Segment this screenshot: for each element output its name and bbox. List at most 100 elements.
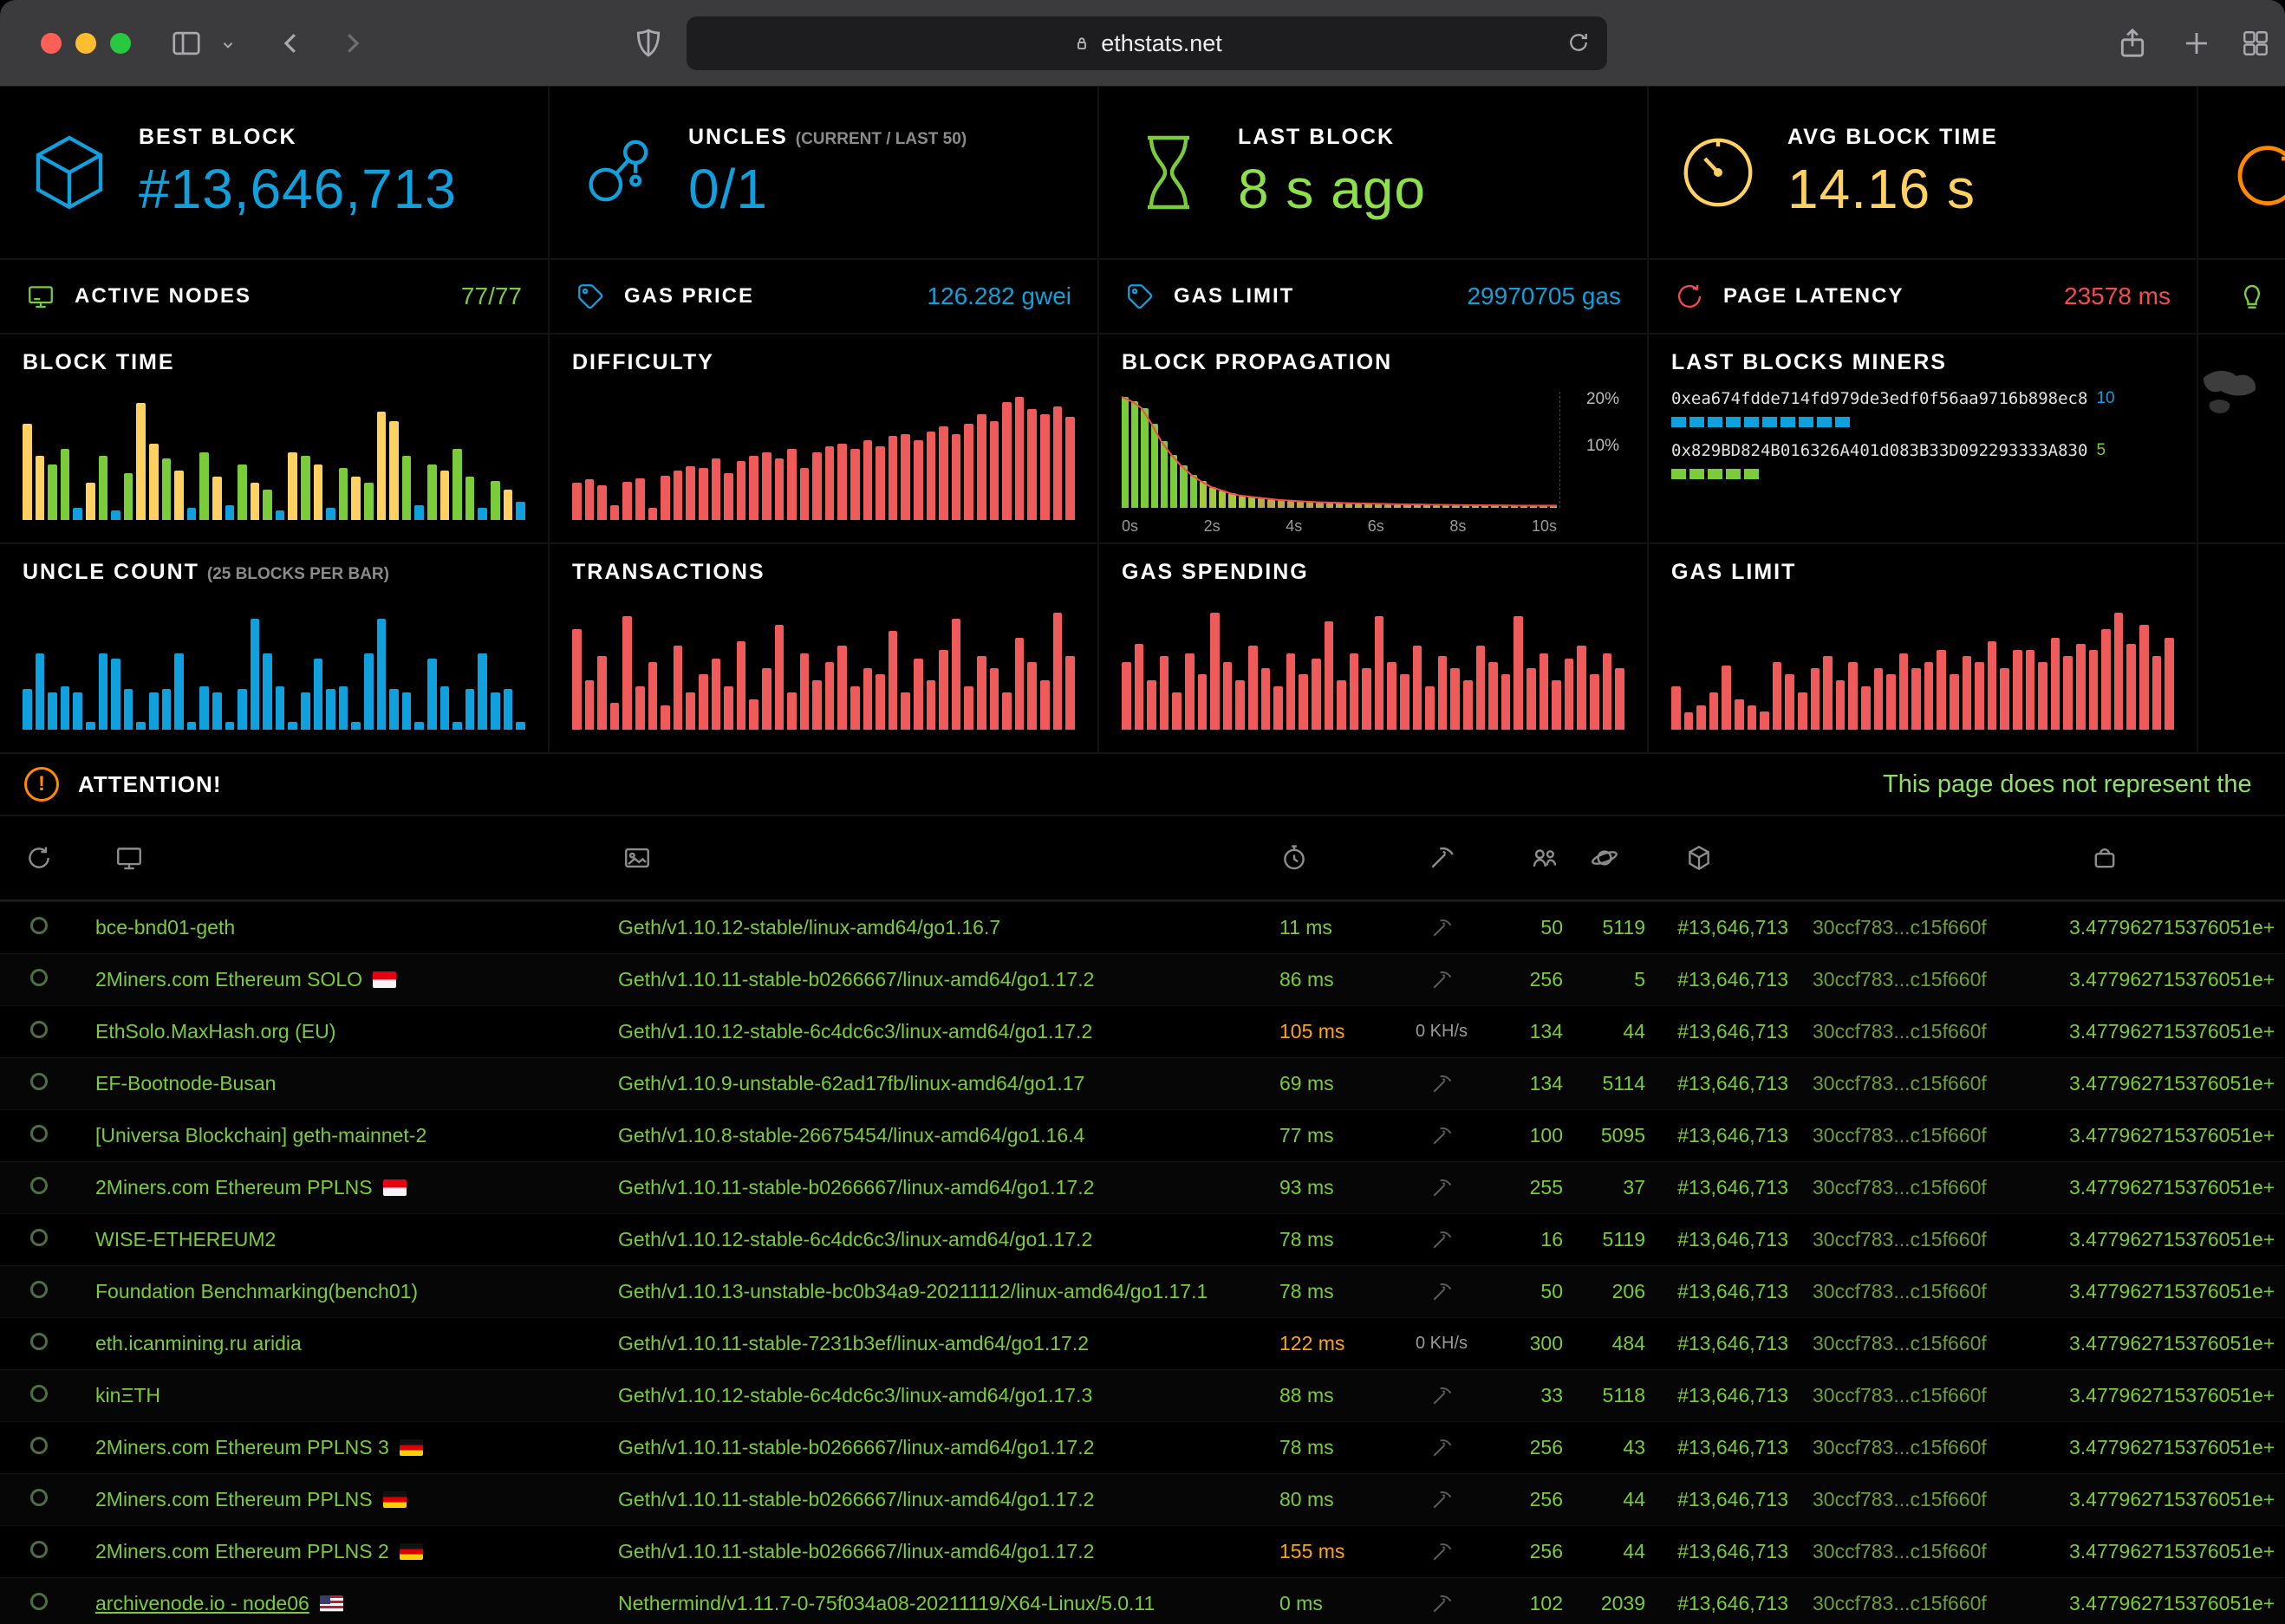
minimize-button[interactable]	[75, 33, 96, 54]
miner-entry[interactable]: 0x829BD824B016326A401d083B33D092293333A8…	[1671, 441, 2174, 479]
table-row[interactable]: 2Miners.com Ethereum PPLNS Geth/v1.10.11…	[0, 1473, 2285, 1525]
node-last-block[interactable]: #13,646,713	[1645, 1384, 1788, 1407]
chart-bar	[914, 659, 923, 730]
difficulty-icon[interactable]	[2090, 843, 2119, 873]
table-row[interactable]: [Universa Blockchain] geth-mainnet-2 Get…	[0, 1109, 2285, 1161]
chart-bar	[749, 456, 758, 520]
chart-bar	[737, 461, 746, 520]
node-name[interactable]: eth.icanmining.ru aridia	[95, 1332, 302, 1355]
node-peers: 256	[1494, 1436, 1563, 1459]
mining-icon[interactable]	[1427, 843, 1456, 873]
chart-bar	[36, 456, 45, 520]
zoom-button[interactable]	[110, 33, 131, 54]
node-last-block[interactable]: #13,646,713	[1645, 916, 1788, 939]
chart-bar	[2026, 650, 2035, 730]
gas-limit-stat: GAS LIMIT 29970705 gas	[1099, 260, 1647, 333]
miner-block-square	[1726, 469, 1741, 479]
table-row[interactable]: 2Miners.com Ethereum SOLO Geth/v1.10.11-…	[0, 953, 2285, 1005]
reload-icon[interactable]	[1566, 29, 1592, 55]
node-name[interactable]: [Universa Blockchain] geth-mainnet-2	[95, 1124, 426, 1147]
chart-bar	[326, 689, 335, 730]
node-type-icon[interactable]	[622, 843, 652, 873]
last-block-icon[interactable]	[1684, 843, 1714, 873]
node-name[interactable]: kinΞTH	[95, 1384, 160, 1407]
chart-title: DIFFICULTY	[572, 350, 1075, 375]
table-row[interactable]: 2Miners.com Ethereum PPLNS 3 Geth/v1.10.…	[0, 1421, 2285, 1473]
sidebar-toggle-icon[interactable]	[170, 27, 203, 60]
node-peers: 134	[1494, 1020, 1563, 1043]
table-row[interactable]: Foundation Benchmarking(bench01) Geth/v1…	[0, 1265, 2285, 1317]
forward-icon[interactable]	[336, 28, 368, 59]
node-name[interactable]: archivenode.io - node06	[95, 1592, 309, 1615]
node-name[interactable]: EthSolo.MaxHash.org (EU)	[95, 1020, 335, 1043]
table-row[interactable]: EthSolo.MaxHash.org (EU) Geth/v1.10.12-s…	[0, 1005, 2285, 1057]
chart-bar	[1400, 674, 1409, 730]
node-latency: 155 ms	[1260, 1540, 1390, 1563]
table-row[interactable]: archivenode.io - node06 Nethermind/v1.11…	[0, 1577, 2285, 1624]
node-name[interactable]: bce-bnd01-geth	[95, 916, 235, 939]
table-row[interactable]: WISE-ETHEREUM2 Geth/v1.10.12-stable-6c4d…	[0, 1213, 2285, 1265]
close-button[interactable]	[41, 33, 62, 54]
node-name[interactable]: EF-Bootnode-Busan	[95, 1072, 276, 1095]
node-last-block[interactable]: #13,646,713	[1645, 1540, 1788, 1563]
chart-bar	[1760, 711, 1769, 730]
table-row[interactable]: 2Miners.com Ethereum PPLNS Geth/v1.10.11…	[0, 1161, 2285, 1213]
table-row[interactable]: bce-bnd01-geth Geth/v1.10.12-stable/linu…	[0, 901, 2285, 953]
back-icon[interactable]	[276, 28, 307, 59]
chart-bar	[351, 477, 361, 520]
node-last-block[interactable]: #13,646,713	[1645, 1280, 1788, 1303]
node-last-block[interactable]: #13,646,713	[1645, 1488, 1788, 1511]
node-last-block[interactable]: #13,646,713	[1645, 968, 1788, 991]
node-last-block[interactable]: #13,646,713	[1645, 1436, 1788, 1459]
table-row[interactable]: eth.icanmining.ru aridia Geth/v1.10.11-s…	[0, 1317, 2285, 1369]
chart-bar	[1248, 646, 1258, 730]
node-last-block[interactable]: #13,646,713	[1645, 1332, 1788, 1355]
node-last-block[interactable]: #13,646,713	[1645, 1228, 1788, 1251]
node-last-block[interactable]: #13,646,713	[1645, 1176, 1788, 1199]
node-name[interactable]: 2Miners.com Ethereum PPLNS	[95, 1176, 373, 1199]
chart-bar	[1501, 674, 1511, 730]
chart-bar	[648, 662, 658, 730]
node-last-block[interactable]: #13,646,713	[1645, 1592, 1788, 1615]
node-name[interactable]: 2Miners.com Ethereum PPLNS 2	[95, 1540, 389, 1563]
node-name[interactable]: 2Miners.com Ethereum PPLNS 3	[95, 1436, 389, 1459]
node-last-block[interactable]: #13,646,713	[1645, 1020, 1788, 1043]
chart-bar	[1286, 653, 1296, 730]
node-total-difficulty: 3.477962715376051e+	[2014, 1124, 2285, 1147]
node-last-block[interactable]: #13,646,713	[1645, 1072, 1788, 1095]
chart-bar	[414, 505, 424, 520]
miner-entry[interactable]: 0xea674fdde714fd979de3edf0f56aa9716b898e…	[1671, 389, 2174, 427]
tab-overview-icon[interactable]	[2240, 28, 2271, 59]
shield-icon[interactable]	[631, 26, 666, 61]
peers-icon[interactable]	[1530, 843, 1559, 873]
table-row[interactable]: 2Miners.com Ethereum PPLNS 2 Geth/v1.10.…	[0, 1525, 2285, 1577]
node-total-difficulty: 3.477962715376051e+	[2014, 1020, 2285, 1043]
node-name[interactable]: 2Miners.com Ethereum SOLO	[95, 968, 362, 991]
node-latency: 86 ms	[1260, 968, 1390, 991]
table-row[interactable]: EF-Bootnode-Busan Geth/v1.10.9-unstable-…	[0, 1057, 2285, 1109]
chart-bar	[1147, 680, 1156, 730]
share-icon[interactable]	[2115, 26, 2150, 61]
chart-bar	[1135, 644, 1144, 730]
table-row[interactable]: kinΞTH Geth/v1.10.12-stable-6c4dc6c3/lin…	[0, 1369, 2285, 1421]
chart-bar	[699, 468, 708, 520]
node-name-icon[interactable]	[114, 843, 144, 873]
chevron-down-icon[interactable]	[218, 36, 238, 55]
node-last-block[interactable]: #13,646,713	[1645, 1124, 1788, 1147]
miner-address[interactable]: 0x829BD824B016326A401d083B33D092293333A8…	[1671, 441, 2087, 460]
latency-icon[interactable]	[1279, 843, 1309, 873]
last-seen-icon[interactable]	[24, 843, 54, 873]
pending-icon[interactable]	[1590, 843, 1619, 873]
address-bar[interactable]: ethstats.net	[687, 16, 1607, 70]
chart-bar	[1040, 680, 1050, 730]
chart-bar	[674, 471, 683, 520]
node-name[interactable]: 2Miners.com Ethereum PPLNS	[95, 1488, 373, 1511]
node-total-difficulty: 3.477962715376051e+	[2014, 1280, 2285, 1303]
chart-bar	[1773, 662, 1782, 730]
node-name[interactable]: Foundation Benchmarking(bench01)	[95, 1280, 418, 1303]
propagation-line	[1122, 397, 1557, 508]
new-tab-icon[interactable]	[2181, 28, 2212, 59]
chart-bar	[952, 434, 961, 520]
miner-address[interactable]: 0xea674fdde714fd979de3edf0f56aa9716b898e…	[1671, 389, 2087, 408]
node-name[interactable]: WISE-ETHEREUM2	[95, 1228, 276, 1251]
